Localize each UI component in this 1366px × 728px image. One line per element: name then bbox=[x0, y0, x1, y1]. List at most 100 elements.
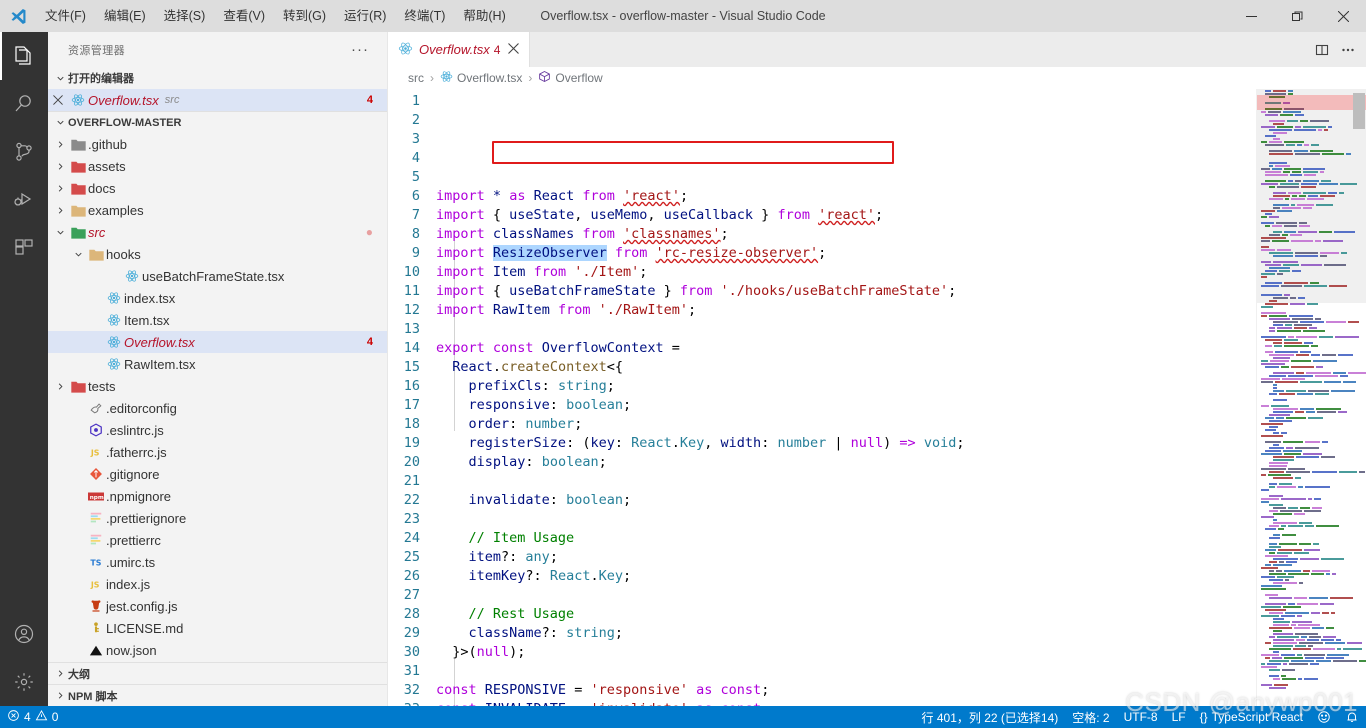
code-line[interactable] bbox=[432, 510, 1256, 529]
code-line[interactable] bbox=[432, 662, 1256, 681]
tree-file-row[interactable]: TS .umirc.ts bbox=[48, 551, 387, 573]
tree-file-row[interactable]: JS .fatherrc.js bbox=[48, 441, 387, 463]
tree-file-row[interactable]: JS index.js bbox=[48, 573, 387, 595]
status-problems[interactable]: 4 0 bbox=[0, 706, 65, 728]
breadcrumb-item-file[interactable]: Overflow.tsx bbox=[440, 70, 522, 86]
status-encoding[interactable]: UTF-8 bbox=[1117, 706, 1165, 728]
status-language-mode[interactable]: {} TypeScript React bbox=[1193, 706, 1310, 728]
chevron-right-icon[interactable] bbox=[52, 202, 68, 218]
code-line[interactable]: itemKey?: React.Key; bbox=[432, 567, 1256, 586]
status-feedback[interactable] bbox=[1310, 706, 1338, 728]
chevron-right-icon[interactable] bbox=[52, 180, 68, 196]
code-line[interactable]: responsive: boolean; bbox=[432, 396, 1256, 415]
status-indentation[interactable]: 空格: 2 bbox=[1065, 706, 1116, 728]
code-line[interactable] bbox=[432, 472, 1256, 491]
breadcrumb-item-src[interactable]: src bbox=[408, 71, 424, 85]
tree-file-row[interactable]: .eslintrc.js bbox=[48, 419, 387, 441]
breadcrumb-item-symbol[interactable]: Overflow bbox=[538, 70, 603, 86]
tab-close-icon[interactable] bbox=[508, 42, 520, 57]
menu-edit[interactable]: 编辑(E) bbox=[95, 0, 155, 32]
code-line[interactable]: const RESPONSIVE = 'responsive' as const… bbox=[432, 681, 1256, 700]
tree-file-row[interactable]: .prettierrc bbox=[48, 529, 387, 551]
chevron-right-icon[interactable] bbox=[52, 158, 68, 174]
tree-file-row[interactable]: useBatchFrameState.tsx bbox=[48, 265, 387, 287]
code-line[interactable]: order: number; bbox=[432, 415, 1256, 434]
tab-overflow-tsx[interactable]: Overflow.tsx 4 bbox=[388, 32, 531, 67]
code-line[interactable]: import Item from './Item'; bbox=[432, 263, 1256, 282]
editor-scrollbar[interactable] bbox=[1352, 89, 1366, 706]
tree-folder-row[interactable]: docs bbox=[48, 177, 387, 199]
tree-file-row[interactable]: RawItem.tsx bbox=[48, 353, 387, 375]
chevron-right-icon[interactable] bbox=[52, 378, 68, 394]
activity-search[interactable] bbox=[0, 80, 48, 128]
activity-account[interactable] bbox=[0, 610, 48, 658]
open-editor-overflow[interactable]: Overflow.tsx src 4 bbox=[48, 89, 387, 111]
restore-button[interactable] bbox=[1274, 0, 1320, 32]
tree-file-row[interactable]: now.json bbox=[48, 639, 387, 661]
tree-folder-row[interactable]: assets bbox=[48, 155, 387, 177]
section-project-root[interactable]: OVERFLOW-MASTER bbox=[48, 111, 387, 133]
status-cursor-position[interactable]: 行 401，列 22 (已选择14) bbox=[915, 706, 1066, 728]
status-eol[interactable]: LF bbox=[1165, 706, 1193, 728]
code-line[interactable]: import { useBatchFrameState } from './ho… bbox=[432, 282, 1256, 301]
tree-folder-row[interactable]: .github bbox=[48, 133, 387, 155]
tree-folder-row[interactable]: hooks bbox=[48, 243, 387, 265]
section-npm-scripts[interactable]: NPM 脚本 bbox=[48, 684, 387, 706]
minimap[interactable] bbox=[1256, 89, 1366, 706]
tree-file-row[interactable]: .prettierignore bbox=[48, 507, 387, 529]
split-editor-icon[interactable] bbox=[1314, 42, 1330, 58]
activity-extensions[interactable] bbox=[0, 224, 48, 272]
code-line[interactable]: import ResizeObserver from 'rc-resize-ob… bbox=[432, 244, 1256, 263]
activity-run-debug[interactable] bbox=[0, 176, 48, 224]
tree-file-row[interactable]: Item.tsx bbox=[48, 309, 387, 331]
section-open-editors[interactable]: 打开的编辑器 bbox=[48, 67, 387, 89]
activity-explorer[interactable] bbox=[0, 32, 48, 80]
tree-file-row[interactable]: jest.config.js bbox=[48, 595, 387, 617]
status-notifications[interactable] bbox=[1338, 706, 1366, 728]
tree-file-row[interactable]: Overflow.tsx 4 bbox=[48, 331, 387, 353]
code-line[interactable]: import { useState, useMemo, useCallback … bbox=[432, 206, 1256, 225]
ellipsis-icon[interactable] bbox=[1340, 42, 1356, 58]
code-line[interactable]: import * as React from 'react'; bbox=[432, 187, 1256, 206]
tree-folder-row[interactable]: examples bbox=[48, 199, 387, 221]
menu-selection[interactable]: 选择(S) bbox=[155, 0, 215, 32]
code-line[interactable] bbox=[432, 320, 1256, 339]
tree-folder-row[interactable]: tests bbox=[48, 375, 387, 397]
activity-source-control[interactable] bbox=[0, 128, 48, 176]
minimize-button[interactable] bbox=[1228, 0, 1274, 32]
tree-file-row[interactable]: LICENSE.md bbox=[48, 617, 387, 639]
code-line[interactable]: // Item Usage bbox=[432, 529, 1256, 548]
chevron-down-icon[interactable] bbox=[70, 246, 86, 262]
tree-folder-row[interactable]: src ● bbox=[48, 221, 387, 243]
code-line[interactable]: import RawItem from './RawItem'; bbox=[432, 301, 1256, 320]
tree-file-row[interactable]: .editorconfig bbox=[48, 397, 387, 419]
menu-help[interactable]: 帮助(H) bbox=[454, 0, 514, 32]
code-line[interactable]: }>(null); bbox=[432, 643, 1256, 662]
code-line[interactable]: prefixCls: string; bbox=[432, 377, 1256, 396]
section-outline[interactable]: 大纲 bbox=[48, 662, 387, 684]
menu-view[interactable]: 查看(V) bbox=[214, 0, 274, 32]
sidebar-more-actions-button[interactable]: ··· bbox=[351, 41, 379, 58]
code-line[interactable]: export const OverflowContext = bbox=[432, 339, 1256, 358]
code-editor[interactable]: 1 2 3 4 5 6 7 8 9 10 11 12 13 14 15 16 17 18 19 20 21 22 23 24 2… bbox=[388, 89, 1366, 706]
chevron-down-icon[interactable] bbox=[52, 224, 68, 240]
code-line[interactable]: registerSize: (key: React.Key, width: nu… bbox=[432, 434, 1256, 453]
code-content[interactable]: import * as React from 'react'; import { … bbox=[432, 89, 1256, 706]
close-icon[interactable] bbox=[48, 95, 68, 105]
close-button[interactable] bbox=[1320, 0, 1366, 32]
tree-file-row[interactable]: .gitignore bbox=[48, 463, 387, 485]
menu-go[interactable]: 转到(G) bbox=[274, 0, 335, 32]
menu-file[interactable]: 文件(F) bbox=[36, 0, 95, 32]
code-line[interactable]: React.createContext<{ bbox=[432, 358, 1256, 377]
menu-run[interactable]: 运行(R) bbox=[335, 0, 395, 32]
scrollbar-thumb[interactable] bbox=[1353, 93, 1365, 129]
code-line[interactable]: invalidate: boolean; bbox=[432, 491, 1256, 510]
activity-settings[interactable] bbox=[0, 658, 48, 706]
code-line[interactable]: const INVALIDATE = 'invalidate' as const… bbox=[432, 700, 1256, 706]
code-line[interactable]: display: boolean; bbox=[432, 453, 1256, 472]
tree-file-row[interactable]: index.tsx bbox=[48, 287, 387, 309]
code-line[interactable]: item?: any; bbox=[432, 548, 1256, 567]
menu-terminal[interactable]: 终端(T) bbox=[395, 0, 454, 32]
code-line[interactable]: className?: string; bbox=[432, 624, 1256, 643]
tree-file-row[interactable]: npm .npmignore bbox=[48, 485, 387, 507]
